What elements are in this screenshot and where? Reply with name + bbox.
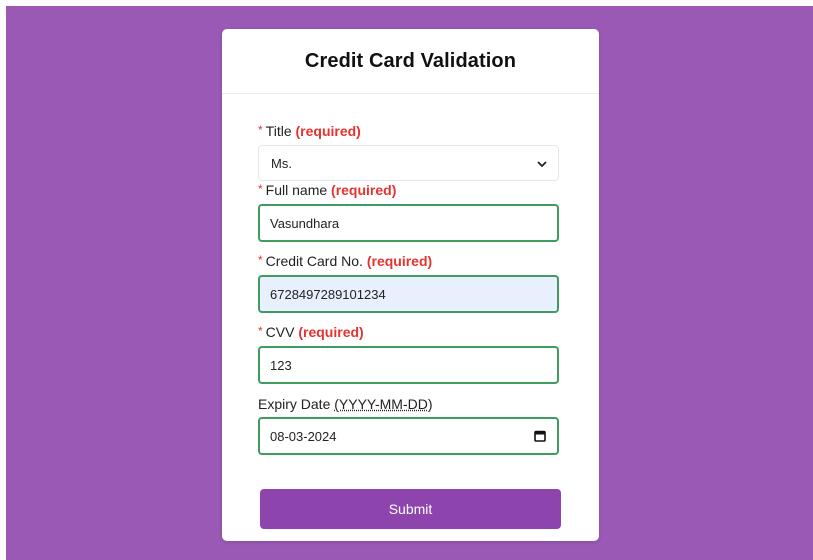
card-number-label-text: Credit Card No. (265, 253, 363, 269)
page-title: Credit Card Validation (304, 49, 517, 72)
required-text: (required) (298, 324, 364, 340)
card-number-input[interactable]: 6728497289101234 (258, 275, 559, 313)
required-text: (required) (366, 253, 433, 269)
submit-button[interactable]: Submit (260, 489, 561, 529)
cvv-value: 123 (270, 357, 292, 373)
cvv-label-text: CVV (265, 324, 295, 340)
full-name-label: * Full name (required) (258, 182, 396, 198)
required-star: * (258, 253, 263, 267)
expiry-label: Expiry Date (YYYY-MM-DD) (258, 396, 433, 412)
page-background: Credit Card Validation * Title (required)… (6, 6, 813, 560)
full-name-value: Vasundhara (270, 215, 340, 231)
calendar-icon[interactable] (534, 430, 546, 442)
expiry-format-hint: (YYYY-MM-DD) (334, 396, 433, 412)
title-select-value: Ms. (271, 155, 292, 171)
card-number-value: 6728497289101234 (270, 286, 386, 302)
card-header: Credit Card Validation (222, 29, 599, 94)
full-name-input[interactable]: Vasundhara (258, 204, 559, 242)
cvv-label: * CVV (required) (258, 324, 364, 340)
required-star: * (258, 324, 263, 338)
required-text: (required) (295, 123, 361, 139)
cvv-input[interactable]: 123 (258, 346, 559, 384)
expiry-value: 08-03-2024 (270, 428, 337, 444)
chevron-down-icon (537, 161, 547, 168)
required-star: * (258, 182, 263, 196)
required-star: * (258, 123, 263, 137)
title-label: * Title (required) (258, 123, 361, 139)
title-label-text: Title (265, 123, 292, 139)
card-number-label: * Credit Card No. (required) (258, 253, 432, 269)
title-select[interactable]: Ms. (258, 145, 559, 181)
expiry-label-text: Expiry Date (258, 396, 331, 412)
required-text: (required) (331, 182, 397, 198)
expiry-date-input[interactable]: 08-03-2024 (258, 417, 559, 455)
form-card: Credit Card Validation * Title (required)… (222, 29, 599, 541)
full-name-label-text: Full name (265, 182, 328, 198)
